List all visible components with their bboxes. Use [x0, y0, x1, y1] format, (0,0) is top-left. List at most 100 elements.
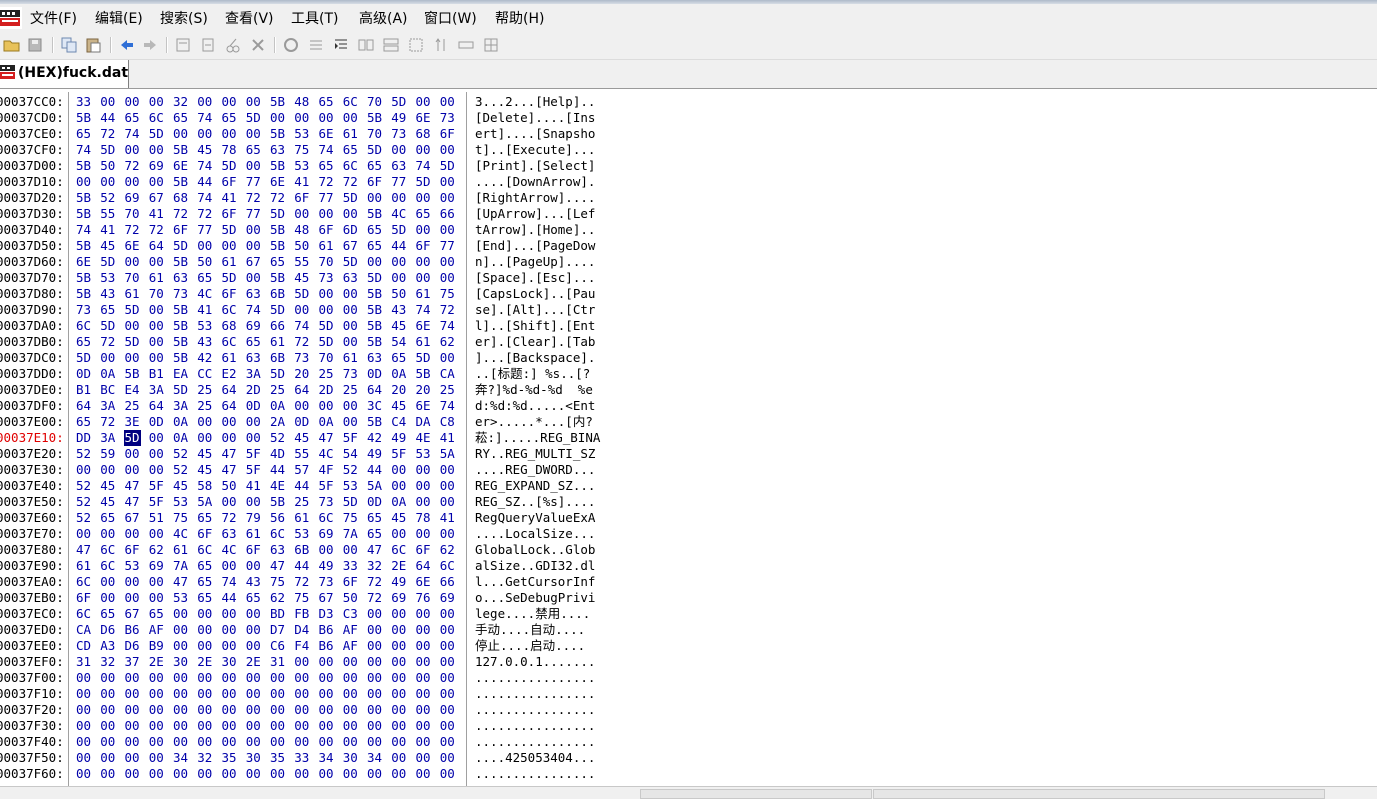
- hex-byte[interactable]: 20: [293, 366, 310, 382]
- hex-byte[interactable]: 72: [99, 334, 116, 350]
- hex-byte[interactable]: 65: [245, 334, 262, 350]
- hex-byte[interactable]: 00: [318, 286, 335, 302]
- hex-byte[interactable]: 00: [245, 702, 262, 718]
- hex-byte[interactable]: 64: [221, 382, 238, 398]
- hex-byte[interactable]: 6C: [221, 334, 238, 350]
- hex-byte[interactable]: 72: [148, 222, 165, 238]
- hex-byte[interactable]: EA: [172, 366, 189, 382]
- hex-byte[interactable]: 00: [75, 462, 92, 478]
- hex-byte[interactable]: 5D: [245, 110, 262, 126]
- hex-byte[interactable]: 00: [390, 478, 407, 494]
- hex-byte[interactable]: 3A: [172, 398, 189, 414]
- hex-byte[interactable]: 00: [99, 734, 116, 750]
- hex-byte[interactable]: 77: [245, 206, 262, 222]
- hex-byte[interactable]: 74: [124, 126, 141, 142]
- hex-byte[interactable]: 50: [99, 158, 116, 174]
- hex-byte[interactable]: 00: [148, 94, 165, 110]
- hex-byte[interactable]: 72: [196, 206, 213, 222]
- hex-byte[interactable]: 4C: [318, 446, 335, 462]
- hex-byte[interactable]: 00: [342, 654, 359, 670]
- hex-byte[interactable]: 6C: [269, 526, 286, 542]
- hex-byte[interactable]: 00: [245, 238, 262, 254]
- hex-byte[interactable]: 67: [245, 254, 262, 270]
- hex-byte[interactable]: 5B: [75, 270, 92, 286]
- hex-byte[interactable]: 00: [196, 702, 213, 718]
- hex-byte[interactable]: 43: [245, 574, 262, 590]
- hex-byte[interactable]: 0D: [366, 494, 383, 510]
- hex-byte[interactable]: 65: [390, 350, 407, 366]
- hex-byte[interactable]: 00: [124, 718, 141, 734]
- hex-byte[interactable]: 00: [439, 478, 456, 494]
- hex-byte[interactable]: 52: [75, 510, 92, 526]
- hex-byte[interactable]: 61: [75, 558, 92, 574]
- hex-byte[interactable]: 61: [342, 350, 359, 366]
- hex-byte[interactable]: 65: [148, 606, 165, 622]
- hex-byte[interactable]: 65: [124, 110, 141, 126]
- hex-byte[interactable]: 70: [366, 94, 383, 110]
- hex-byte[interactable]: 5B: [366, 110, 383, 126]
- hex-byte[interactable]: 00: [415, 654, 432, 670]
- horizontal-scrollbar[interactable]: [0, 786, 1377, 799]
- ascii-row[interactable]: tArrow].[Home]..: [475, 222, 615, 238]
- hex-byte[interactable]: 00: [124, 142, 141, 158]
- hex-byte[interactable]: 68: [172, 190, 189, 206]
- hex-byte[interactable]: 00: [124, 766, 141, 782]
- hex-byte[interactable]: 65: [196, 590, 213, 606]
- hex-byte[interactable]: 00: [75, 526, 92, 542]
- hex-byte[interactable]: C4: [390, 414, 407, 430]
- hex-byte[interactable]: 6C: [99, 558, 116, 574]
- hex-byte[interactable]: 0A: [390, 494, 407, 510]
- hex-byte[interactable]: 5B: [269, 126, 286, 142]
- hex-byte[interactable]: 52: [75, 446, 92, 462]
- hex-byte[interactable]: 62: [439, 334, 456, 350]
- hex-byte[interactable]: 00: [342, 702, 359, 718]
- hex-byte[interactable]: 35: [269, 750, 286, 766]
- list-icon[interactable]: [307, 36, 325, 54]
- hex-byte[interactable]: 77: [390, 174, 407, 190]
- hex-byte[interactable]: 5D: [172, 382, 189, 398]
- hex-byte[interactable]: 63: [269, 142, 286, 158]
- hex-byte[interactable]: 00: [318, 766, 335, 782]
- hex-byte[interactable]: 5D: [415, 350, 432, 366]
- ascii-row[interactable]: l]..[Shift].[Ent: [475, 318, 615, 334]
- hex-byte[interactable]: 70: [318, 350, 335, 366]
- hex-byte[interactable]: 5B: [366, 286, 383, 302]
- hex-byte[interactable]: B1: [148, 366, 165, 382]
- hex-byte[interactable]: 74: [196, 110, 213, 126]
- hex-byte[interactable]: 65: [269, 254, 286, 270]
- hex-byte[interactable]: 65: [221, 110, 238, 126]
- hex-byte[interactable]: 67: [148, 190, 165, 206]
- hex-byte[interactable]: 00: [172, 718, 189, 734]
- hex-byte[interactable]: 5B: [366, 318, 383, 334]
- hex-byte[interactable]: 00: [439, 654, 456, 670]
- hex-byte[interactable]: 5B: [269, 222, 286, 238]
- hex-byte[interactable]: 61: [342, 126, 359, 142]
- hex-byte[interactable]: 67: [124, 606, 141, 622]
- hex-byte[interactable]: 52: [172, 446, 189, 462]
- hex-byte[interactable]: 00: [269, 718, 286, 734]
- back-icon[interactable]: [118, 36, 136, 54]
- hex-byte[interactable]: 00: [75, 670, 92, 686]
- hex-byte[interactable]: 31: [269, 654, 286, 670]
- hex-byte[interactable]: 5B: [172, 350, 189, 366]
- hex-byte[interactable]: 00: [390, 734, 407, 750]
- ascii-row[interactable]: [RightArrow]....: [475, 190, 615, 206]
- hex-byte[interactable]: 72: [124, 158, 141, 174]
- hex-byte[interactable]: 00: [245, 414, 262, 430]
- hex-byte[interactable]: 6C: [342, 94, 359, 110]
- hex-byte[interactable]: 65: [318, 158, 335, 174]
- ascii-row[interactable]: se].[Alt]...[Ctr: [475, 302, 615, 318]
- hex-byte[interactable]: 65: [366, 158, 383, 174]
- hex-byte[interactable]: 5D: [124, 334, 141, 350]
- hex-byte[interactable]: CA: [75, 622, 92, 638]
- hex-byte[interactable]: 69: [390, 590, 407, 606]
- hex-byte[interactable]: 73: [342, 366, 359, 382]
- hex-byte[interactable]: 00: [390, 526, 407, 542]
- hex-byte[interactable]: 53: [124, 558, 141, 574]
- hex-byte[interactable]: 5A: [366, 478, 383, 494]
- hex-byte[interactable]: 68: [415, 126, 432, 142]
- hex-byte[interactable]: 00: [439, 174, 456, 190]
- ascii-row[interactable]: [Print].[Select]: [475, 158, 615, 174]
- hex-byte[interactable]: 00: [196, 606, 213, 622]
- ascii-row[interactable]: ..[标题:] %s..[?: [475, 366, 615, 382]
